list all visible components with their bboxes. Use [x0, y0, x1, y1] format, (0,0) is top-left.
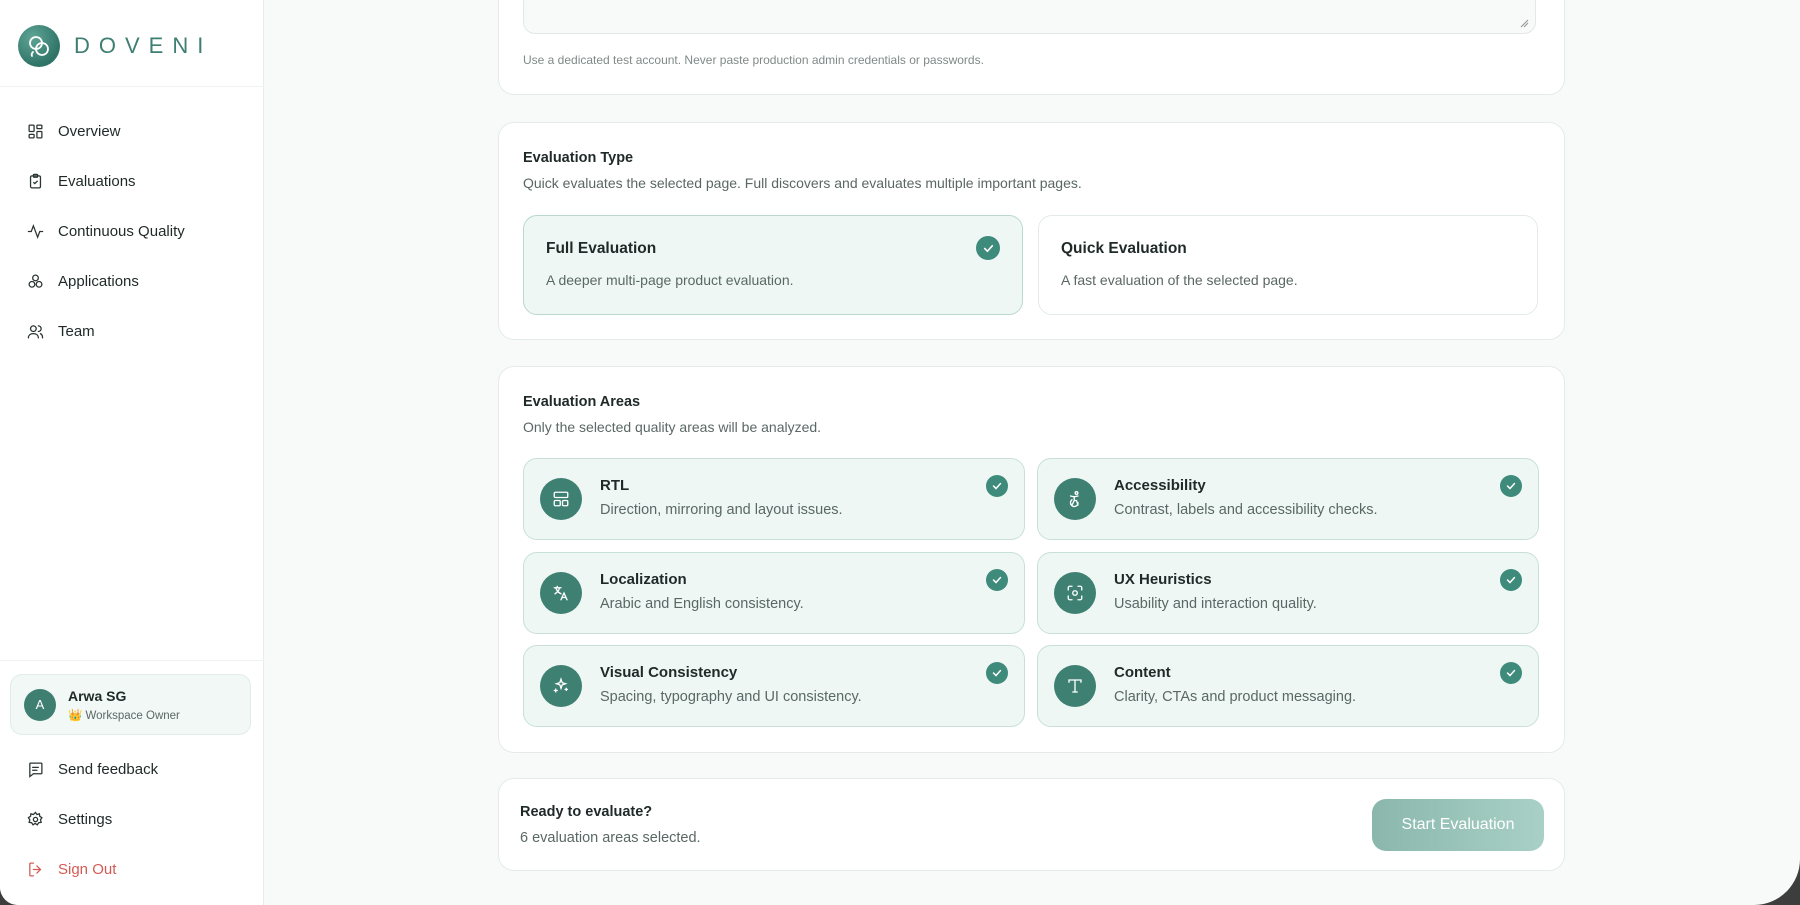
- sidebar-bottom-nav: Send feedback Settings Sign Out: [0, 744, 264, 894]
- ready-subtitle: 6 evaluation areas selected.: [520, 830, 701, 846]
- sidebar-item-label: Applications: [58, 272, 139, 290]
- boxes-icon: [26, 272, 44, 290]
- area-title: UX Heuristics: [1114, 571, 1212, 588]
- credentials-hint: Use a dedicated test account. Never past…: [523, 53, 984, 67]
- send-feedback-button[interactable]: Send feedback: [0, 744, 264, 794]
- area-ux-heuristics[interactable]: UX Heuristics Usability and interaction …: [1037, 552, 1539, 634]
- area-description: Arabic and English consistency.: [600, 596, 804, 612]
- sidebar-item-applications[interactable]: Applications: [0, 256, 264, 306]
- area-description: Usability and interaction quality.: [1114, 596, 1317, 612]
- sidebar-item-label: Overview: [58, 122, 121, 140]
- divider: [0, 86, 264, 87]
- sidebar-item-evaluations[interactable]: Evaluations: [0, 156, 264, 206]
- sidebar-item-label: Sign Out: [58, 860, 117, 878]
- area-rtl[interactable]: RTL Direction, mirroring and layout issu…: [523, 458, 1025, 540]
- area-description: Contrast, labels and accessibility check…: [1114, 502, 1378, 518]
- quick-evaluation-option[interactable]: Quick Evaluation A fast evaluation of th…: [1038, 215, 1538, 315]
- area-description: Direction, mirroring and layout issues.: [600, 502, 843, 518]
- start-evaluation-button[interactable]: Start Evaluation: [1372, 799, 1544, 851]
- type-icon: [1054, 665, 1096, 707]
- sidebar-item-label: Send feedback: [58, 760, 159, 778]
- log-out-icon: [26, 860, 44, 878]
- area-title: Accessibility: [1114, 477, 1206, 494]
- clipboard-check-icon: [26, 172, 44, 190]
- avatar: A: [24, 688, 56, 721]
- sign-out-button[interactable]: Sign Out: [0, 844, 264, 894]
- ready-title: Ready to evaluate?: [520, 804, 653, 820]
- area-title: Localization: [600, 571, 687, 588]
- option-title: Quick Evaluation: [1061, 240, 1187, 257]
- users-icon: [26, 322, 44, 340]
- accessibility-icon: [1054, 478, 1096, 520]
- brand-logo[interactable]: DOVENI: [18, 24, 212, 68]
- area-title: Content: [1114, 664, 1171, 681]
- area-description: Spacing, typography and UI consistency.: [600, 689, 862, 705]
- evaluation-type-card: Evaluation Type Quick evaluates the sele…: [498, 122, 1565, 340]
- sidebar-item-overview[interactable]: Overview: [0, 106, 264, 156]
- ready-bar: Ready to evaluate? 6 evaluation areas se…: [498, 778, 1565, 871]
- user-name: Arwa SG: [68, 687, 127, 704]
- sidebar-item-label: Continuous Quality: [58, 222, 185, 240]
- area-title: RTL: [600, 477, 630, 494]
- sidebar-nav: Overview Evaluations Continuous Quality …: [0, 106, 264, 356]
- check-icon: [1500, 475, 1522, 497]
- sidebar-item-label: Team: [58, 322, 95, 340]
- layout-panel-icon: [540, 478, 582, 520]
- sidebar-item-continuous-quality[interactable]: Continuous Quality: [0, 206, 264, 256]
- gear-icon: [26, 810, 44, 828]
- check-icon: [1500, 662, 1522, 684]
- settings-button[interactable]: Settings: [0, 794, 264, 844]
- option-description: A deeper multi-page product evaluation.: [546, 272, 794, 288]
- sidebar-item-label: Evaluations: [58, 172, 136, 190]
- section-title: Evaluation Type: [523, 150, 634, 166]
- activity-icon: [26, 222, 44, 240]
- option-title: Full Evaluation: [546, 240, 657, 257]
- sidebar: DOVENI Overview Evaluations Continuous Q…: [0, 0, 264, 905]
- full-evaluation-option[interactable]: Full Evaluation A deeper multi-page prod…: [523, 215, 1023, 315]
- area-visual-consistency[interactable]: Visual Consistency Spacing, typography a…: [523, 645, 1025, 727]
- sidebar-item-team[interactable]: Team: [0, 306, 264, 356]
- user-role: 👑 Workspace Owner: [68, 709, 180, 722]
- check-icon: [976, 236, 1000, 260]
- area-content[interactable]: Content Clarity, CTAs and product messag…: [1037, 645, 1539, 727]
- brand-mark-icon: [18, 25, 60, 67]
- sidebar-item-label: Settings: [58, 810, 113, 828]
- layout-grid-icon: [26, 122, 44, 140]
- area-title: Visual Consistency: [600, 664, 738, 681]
- area-localization[interactable]: Localization Arabic and English consiste…: [523, 552, 1025, 634]
- sparkles-icon: [540, 665, 582, 707]
- area-accessibility[interactable]: Accessibility Contrast, labels and acces…: [1037, 458, 1539, 540]
- section-title: Evaluation Areas: [523, 394, 641, 410]
- scan-focus-icon: [1054, 572, 1096, 614]
- languages-icon: [540, 572, 582, 614]
- option-description: A fast evaluation of the selected page.: [1061, 272, 1298, 288]
- credentials-textarea[interactable]: [523, 0, 1536, 34]
- check-icon: [986, 569, 1008, 591]
- message-square-icon: [26, 760, 44, 778]
- app-window: DOVENI Overview Evaluations Continuous Q…: [0, 0, 1800, 905]
- divider: [0, 660, 264, 661]
- check-icon: [986, 662, 1008, 684]
- brand-name: DOVENI: [74, 33, 213, 58]
- check-icon: [1500, 569, 1522, 591]
- section-subtitle: Quick evaluates the selected page. Full …: [523, 175, 1082, 191]
- area-description: Clarity, CTAs and product messaging.: [1114, 689, 1357, 705]
- evaluation-areas-card: Evaluation Areas Only the selected quali…: [498, 366, 1565, 753]
- section-subtitle: Only the selected quality areas will be …: [523, 419, 822, 435]
- check-icon: [986, 475, 1008, 497]
- credentials-card: Use a dedicated test account. Never past…: [498, 0, 1565, 95]
- user-card[interactable]: A Arwa SG 👑 Workspace Owner: [10, 674, 251, 735]
